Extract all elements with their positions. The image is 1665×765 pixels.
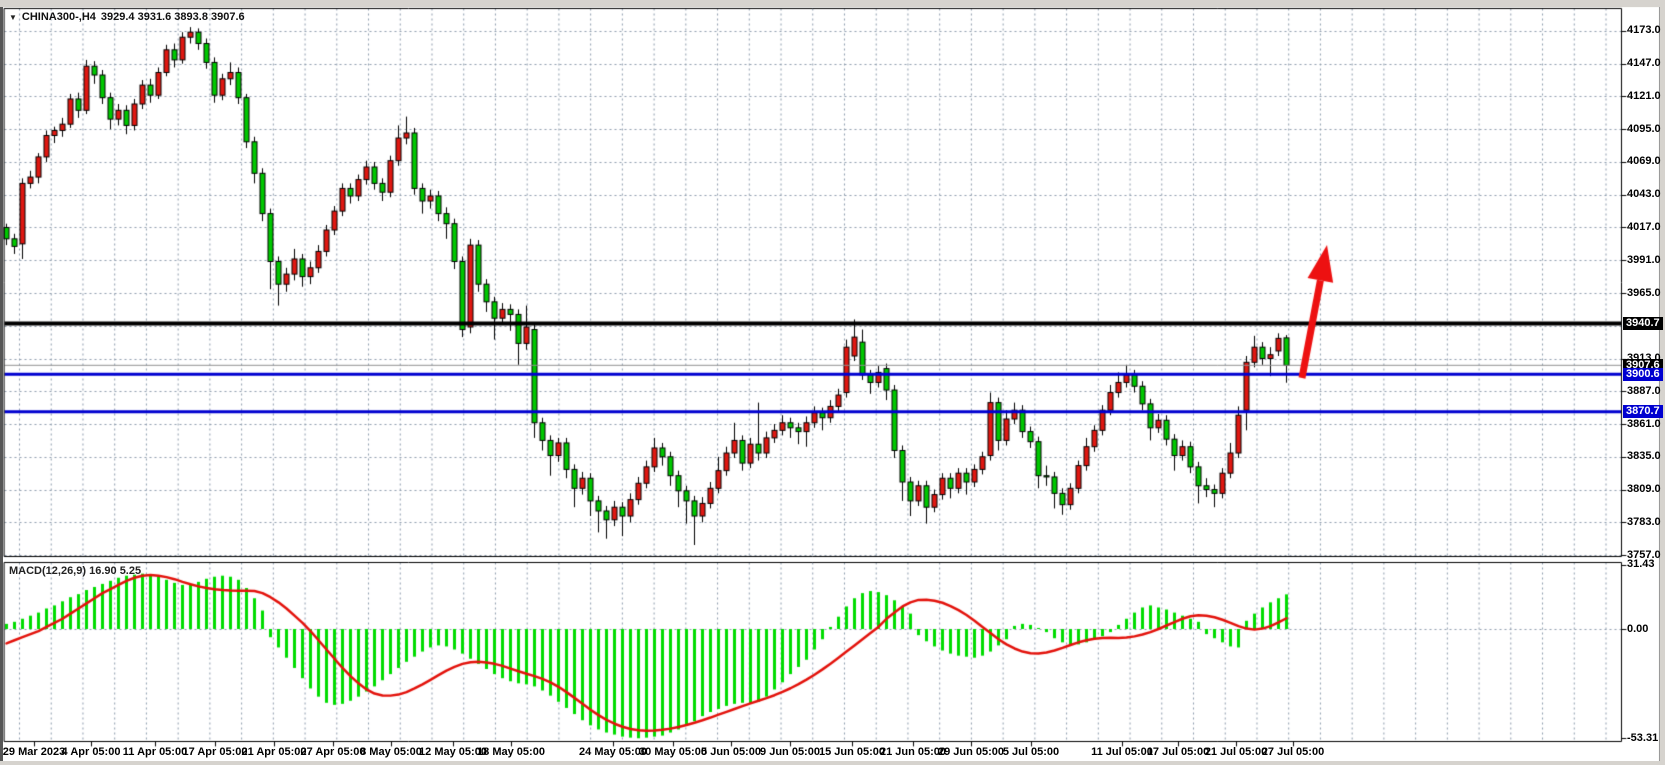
macd-name: MACD(12,26,9) [9, 565, 86, 577]
chart-window: ▼ CHINA300-,H4 3929.4 3931.6 3893.8 3907… [0, 0, 1665, 765]
chevron-down-icon[interactable]: ▼ [9, 13, 17, 22]
symbol-title[interactable]: ▼ CHINA300-,H4 3929.4 3931.6 3893.8 3907… [9, 11, 245, 23]
window-edge-bottom [0, 761, 1665, 765]
window-edge-top [0, 0, 1665, 7]
window-edge-right [1659, 7, 1665, 761]
macd-main-value: 16.90 [89, 565, 117, 577]
window-edge-left [0, 0, 3, 765]
macd-indicator-label: MACD(12,26,9) 16.90 5.25 [9, 565, 141, 577]
panel-divider[interactable] [4, 557, 1622, 562]
macd-signal-value: 5.25 [120, 565, 141, 577]
ohlc-values: 3929.4 3931.6 3893.8 3907.6 [101, 11, 245, 23]
candlestick-chart-canvas[interactable] [0, 0, 1665, 765]
symbol-timeframe-label: CHINA300-,H4 [22, 11, 96, 23]
